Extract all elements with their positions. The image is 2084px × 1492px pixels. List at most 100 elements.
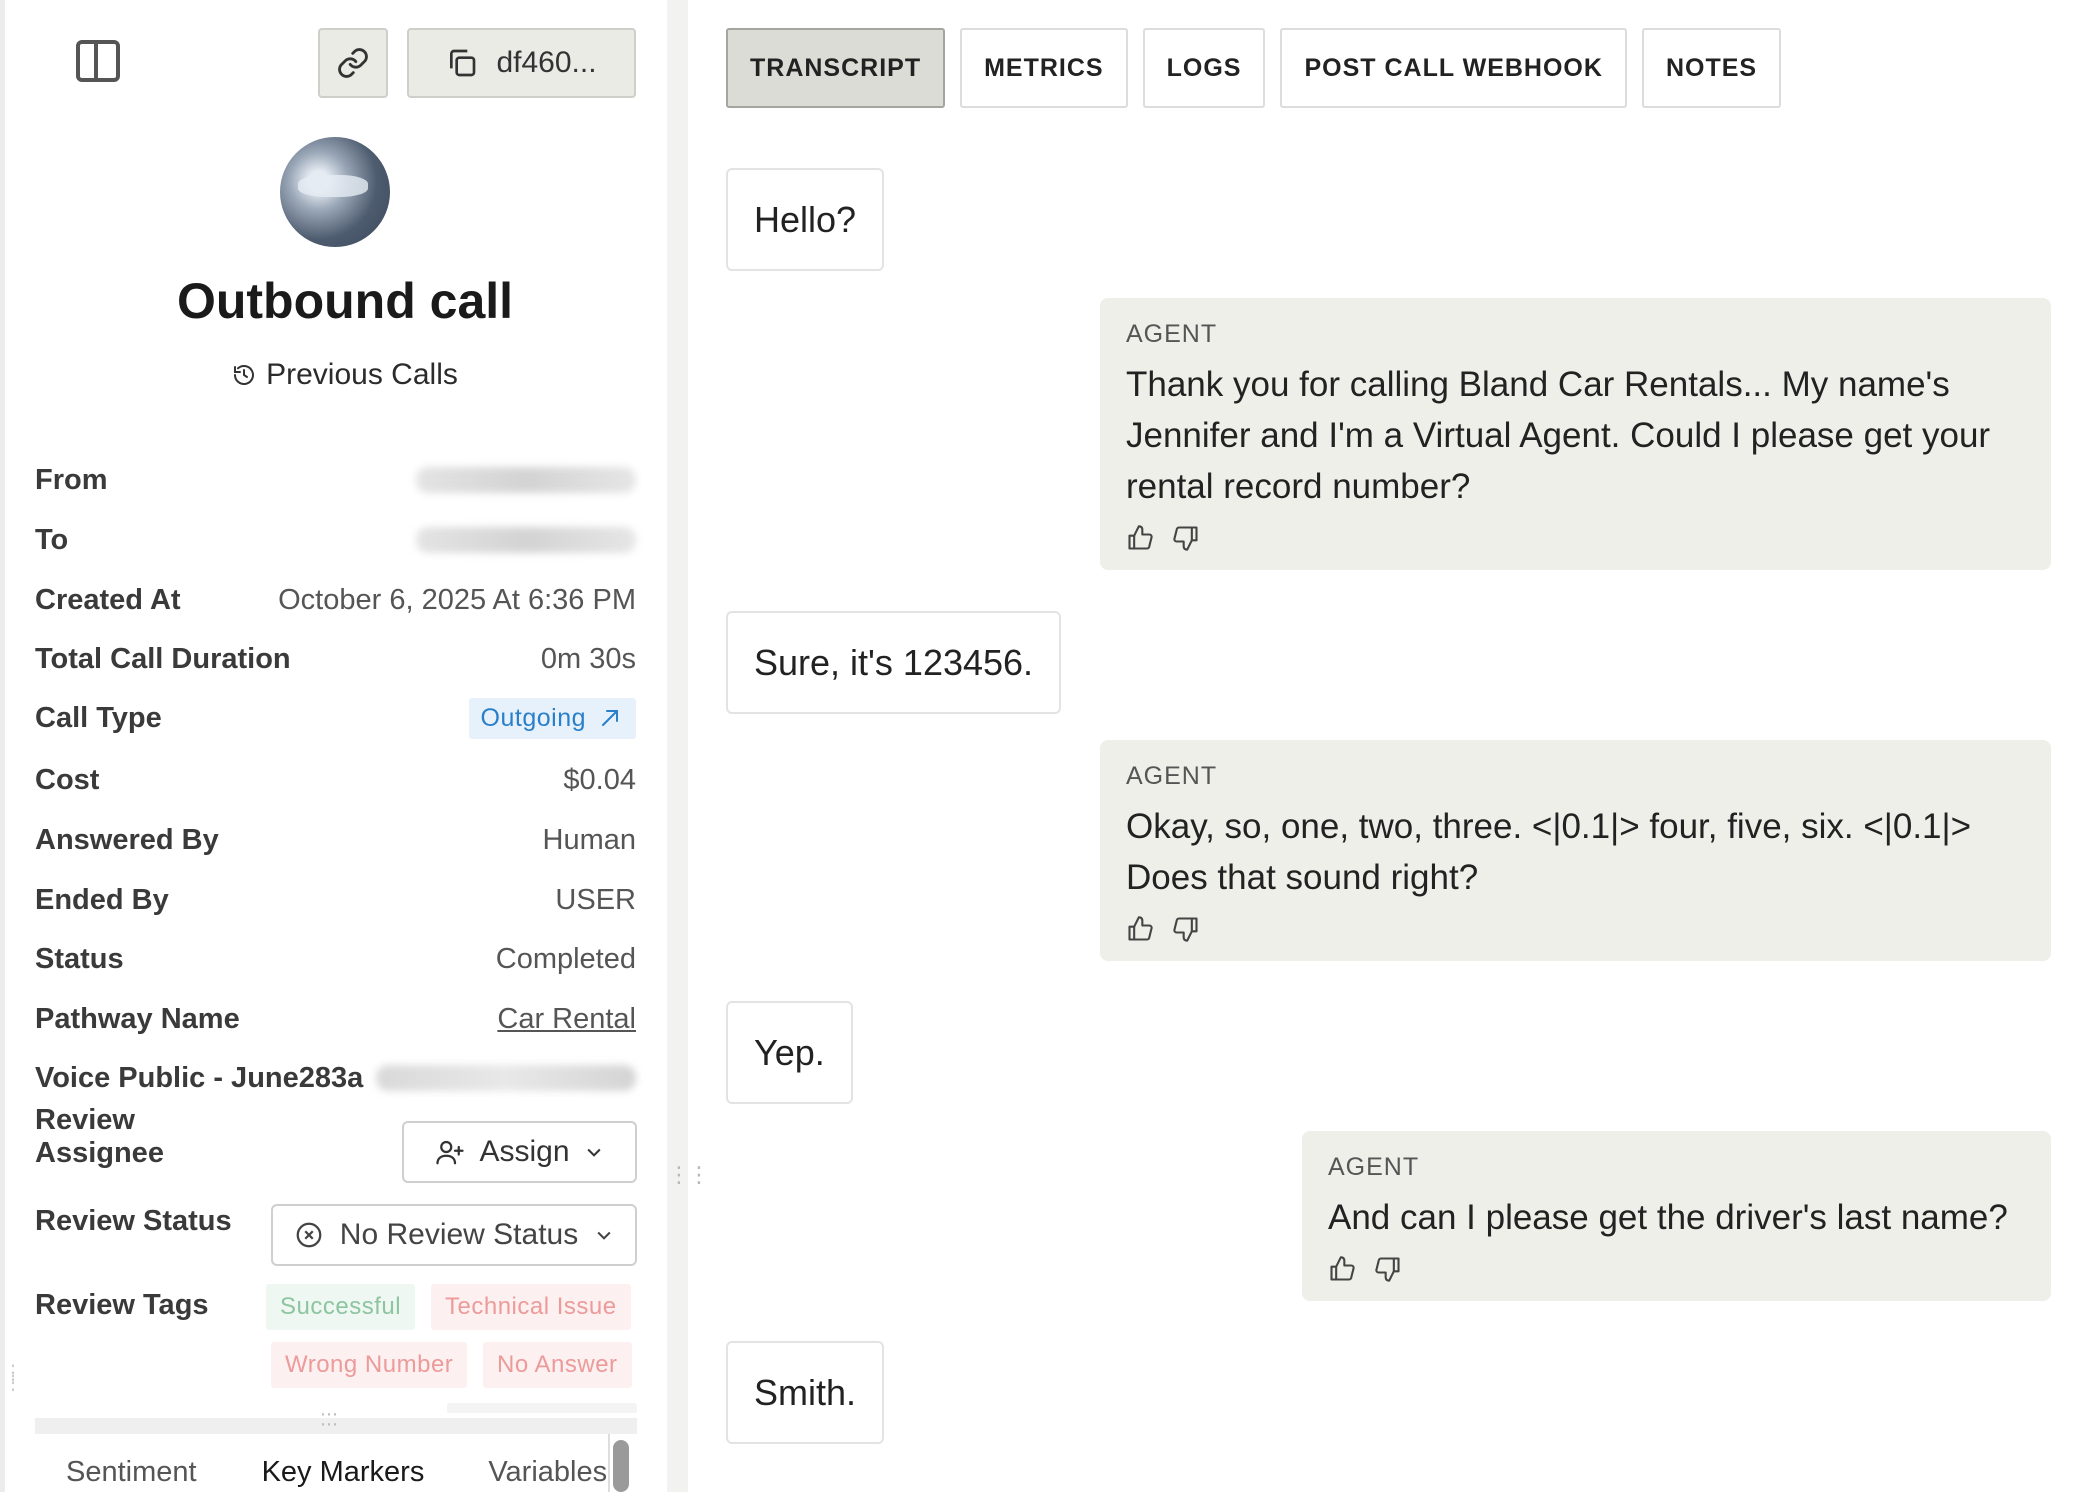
thumbs-down-icon[interactable] (1172, 524, 1200, 552)
tab-notes[interactable]: NOTES (1641, 28, 1782, 108)
bottom-tabs: Sentiment Key Markers Variables (35, 1456, 635, 1492)
to-row: To (35, 518, 636, 562)
tab-metrics[interactable]: METRICS (960, 28, 1128, 108)
to-label: To (35, 523, 69, 556)
review-assignee-row: Review Assignee (35, 1104, 235, 1169)
copy-icon (450, 49, 476, 77)
pathway-row: Pathway Name Car Rental (35, 997, 636, 1041)
copy-call-id-button[interactable]: df460... (407, 28, 636, 98)
cost-label: Cost (35, 763, 100, 796)
created-at-value: October 6, 2025 At 6:36 PM (278, 583, 636, 616)
agent-message-text: Okay, so, one, two, three. <|0.1|> four,… (1126, 807, 1972, 897)
tag-overflow (447, 1403, 637, 1413)
review-status-dropdown[interactable]: No Review Status (271, 1204, 637, 1266)
tab-logs[interactable]: LOGS (1142, 28, 1266, 108)
tab-key-markers[interactable]: Key Markers (262, 1456, 425, 1492)
ended-by-value: USER (555, 883, 636, 916)
user-message: Yep. (726, 1001, 853, 1104)
created-at-row: Created At October 6, 2025 At 6:36 PM (35, 578, 636, 622)
agent-message: AGENT Thank you for calling Bland Car Re… (1100, 298, 2051, 570)
thumbs-down-icon[interactable] (1374, 1255, 1402, 1283)
status-row: Status Completed (35, 937, 636, 981)
review-tags-label: Review Tags (35, 1288, 209, 1321)
created-at-label: Created At (35, 583, 181, 616)
user-plus-icon (436, 1140, 465, 1165)
history-icon (234, 365, 255, 385)
scrollbar-thumb[interactable] (613, 1440, 629, 1492)
assign-label: Assign (479, 1135, 570, 1168)
from-value-redacted (416, 467, 636, 493)
agent-label: AGENT (1328, 1153, 1420, 1181)
tab-transcript[interactable]: TRANSCRIPT (726, 28, 946, 108)
chevron-down-icon (586, 1148, 601, 1157)
tab-sentiment[interactable]: Sentiment (66, 1456, 197, 1492)
agent-label: AGENT (1126, 762, 1218, 790)
circle-x-icon (296, 1222, 322, 1248)
feedback-buttons (1126, 915, 2025, 943)
panel-divider[interactable] (667, 0, 688, 1492)
cost-value: $0.04 (563, 763, 636, 796)
sidebar-toggle-icon[interactable] (76, 40, 120, 82)
review-status-row: Review Status (35, 1199, 235, 1243)
pathway-link[interactable]: Car Rental (497, 1003, 636, 1036)
tab-post-call-webhook[interactable]: POST CALL WEBHOOK (1280, 28, 1627, 108)
transcript-tabbar: TRANSCRIPT METRICS LOGS POST CALL WEBHOO… (726, 28, 1782, 108)
tab-variables[interactable]: Variables (488, 1456, 607, 1492)
previous-calls-label: Previous Calls (266, 358, 458, 391)
user-message: Hello? (726, 168, 885, 271)
duration-value: 0m 30s (540, 642, 636, 675)
divider-grip-icon[interactable]: ⋮⋮ (668, 1164, 710, 1204)
scrollbar-track[interactable] (608, 1434, 610, 1492)
tag-technical-issue[interactable]: Technical Issue (431, 1284, 631, 1330)
call-type-badge: Outgoing (468, 697, 636, 739)
review-assignee-label: Review Assignee (35, 1104, 164, 1169)
call-type-label: Call Type (35, 701, 162, 734)
agent-message-text: Thank you for calling Bland Car Rentals.… (1126, 365, 1991, 506)
call-type-row: Call Type Outgoing (35, 696, 636, 740)
left-resize-handle[interactable]: ⋮ ⋮ (3, 1363, 23, 1393)
answered-by-row: Answered By Human (35, 818, 636, 862)
user-message: Sure, it's 123456. (726, 611, 1062, 714)
call-id-label: df460... (496, 46, 597, 79)
previous-calls-link[interactable]: Previous Calls (23, 358, 667, 392)
voice-id-redacted (376, 1065, 636, 1091)
thumbs-down-icon[interactable] (1172, 915, 1200, 943)
call-type-value: Outgoing (480, 703, 586, 732)
from-label: From (35, 463, 108, 496)
review-status-label: Review Status (35, 1204, 232, 1237)
feedback-buttons (1328, 1255, 2025, 1283)
thumbs-up-icon[interactable] (1328, 1255, 1356, 1283)
voice-label: Voice Public - June283a (35, 1061, 364, 1094)
duration-row: Total Call Duration 0m 30s (35, 637, 636, 681)
agent-message: AGENT And can I please get the driver's … (1302, 1131, 2051, 1301)
review-tags-row: Review Tags (35, 1283, 235, 1327)
thumbs-up-icon[interactable] (1126, 524, 1154, 552)
ended-by-row: Ended By USER (35, 878, 636, 922)
from-row: From (35, 458, 636, 502)
avatar (280, 137, 390, 247)
page-title: Outbound call (176, 273, 514, 329)
thumbs-up-icon[interactable] (1126, 915, 1154, 943)
status-value: Completed (495, 942, 636, 975)
agent-label: AGENT (1126, 320, 1218, 348)
answered-by-label: Answered By (35, 823, 219, 856)
to-value-redacted (416, 527, 636, 553)
cost-row: Cost $0.04 (35, 758, 636, 802)
status-label: Status (35, 942, 124, 975)
assign-button[interactable]: Assign (402, 1121, 637, 1183)
user-message: Smith. (726, 1341, 885, 1444)
agent-message: AGENT Okay, so, one, two, three. <|0.1|>… (1100, 740, 2051, 961)
link-icon (338, 48, 368, 78)
agent-message-text: And can I please get the driver's last n… (1328, 1198, 2008, 1237)
feedback-buttons (1126, 524, 2025, 552)
copy-link-button[interactable] (318, 28, 388, 98)
tag-no-answer[interactable]: No Answer (483, 1342, 632, 1388)
duration-label: Total Call Duration (35, 642, 291, 675)
tag-wrong-number[interactable]: Wrong Number (271, 1342, 468, 1388)
voice-row: Voice Public - June283a (35, 1056, 636, 1100)
tag-successful[interactable]: Successful (266, 1284, 416, 1330)
chevron-down-icon (597, 1231, 611, 1240)
drag-handle-icon[interactable]: ⋯ ⋯ (320, 1405, 339, 1433)
left-edge (0, 0, 5, 1492)
arrow-up-right-icon (602, 710, 618, 726)
